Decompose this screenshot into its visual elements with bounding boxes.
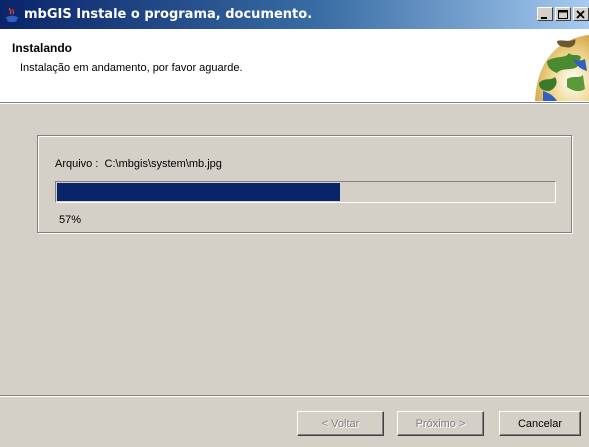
java-app-icon bbox=[4, 6, 20, 23]
header-divider bbox=[0, 103, 589, 104]
page-title: Instalando bbox=[12, 41, 73, 55]
close-icon[interactable] bbox=[573, 7, 589, 21]
progress-fill bbox=[57, 183, 341, 201]
page-subtitle: Instalação em andamento, por favor aguar… bbox=[20, 62, 243, 74]
progress-group: Arquivo : C:\mbgis\system\mb.jpg 57% bbox=[37, 135, 572, 233]
file-label: Arquivo : bbox=[55, 158, 99, 170]
next-button[interactable]: Próximo > bbox=[397, 411, 484, 436]
header-panel: Instalando Instalação em andamento, por … bbox=[0, 29, 589, 103]
file-path: C:\mbgis\system\mb.jpg bbox=[104, 158, 222, 170]
installer-window: mbGIS Instale o programa, documento. Ins… bbox=[0, 0, 589, 447]
window-controls bbox=[537, 7, 589, 21]
window-title: mbGIS Instale o programa, documento. bbox=[24, 7, 313, 22]
maximize-icon[interactable] bbox=[555, 7, 571, 21]
globe-icon bbox=[517, 31, 589, 101]
title-bar[interactable]: mbGIS Instale o programa, documento. bbox=[0, 0, 589, 29]
footer-divider-highlight bbox=[0, 396, 589, 397]
file-row: Arquivo : C:\mbgis\system\mb.jpg bbox=[55, 158, 222, 170]
minimize-icon[interactable] bbox=[537, 7, 553, 21]
progress-percent: 57% bbox=[59, 214, 82, 226]
cancel-button[interactable]: Cancelar bbox=[499, 411, 581, 436]
progress-bar bbox=[55, 181, 556, 203]
back-button[interactable]: < Voltar bbox=[297, 411, 384, 436]
